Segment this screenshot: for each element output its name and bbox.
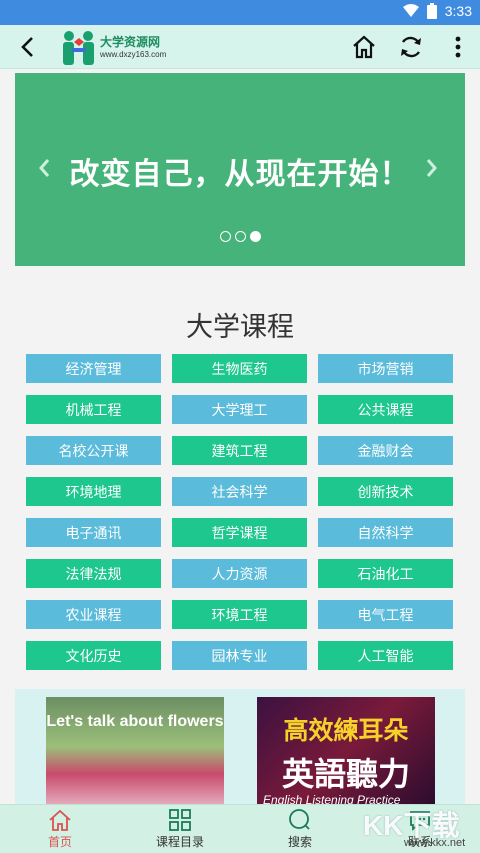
section-title: 大学课程	[186, 312, 294, 343]
wifi-icon	[402, 4, 419, 17]
course-button[interactable]: 建筑工程	[172, 436, 307, 465]
course-grid: 经济管理 生物医药 市场营销 机械工程 大学理工 公共课程 名校公开课 建筑工程…	[26, 354, 454, 670]
home-icon	[49, 809, 71, 831]
promo-english-line2: 英語聽力	[281, 755, 410, 793]
course-button[interactable]: 公共课程	[318, 395, 453, 424]
course-button[interactable]: 石油化工	[318, 559, 453, 588]
course-button[interactable]: 社会科学	[172, 477, 307, 506]
course-button[interactable]: 农业课程	[26, 600, 161, 629]
course-button[interactable]: 哲学课程	[172, 518, 307, 547]
site-logo[interactable]: 大学资源网 www.dxzy163.com	[60, 28, 190, 66]
logo-title: 大学资源网	[100, 35, 161, 49]
status-bar: 3:33	[0, 0, 480, 25]
carousel-next-icon[interactable]	[425, 157, 439, 183]
course-button[interactable]: 电气工程	[318, 600, 453, 629]
home-icon[interactable]	[350, 33, 378, 61]
watermark-url: www.kkx.net	[404, 837, 466, 849]
promo-section: Let's talk about flowers 高效練耳朵 英語聽力 Engl…	[15, 689, 465, 804]
status-icons: 3:33	[402, 3, 472, 19]
course-button[interactable]: 人工智能	[318, 641, 453, 670]
course-button[interactable]: 名校公开课	[26, 436, 161, 465]
course-button[interactable]: 法律法规	[26, 559, 161, 588]
course-button[interactable]: 生物医药	[172, 354, 307, 383]
nav-home-label: 首页	[47, 835, 72, 849]
course-button[interactable]: 环境地理	[26, 477, 161, 506]
promo-english-line1: 高效練耳朵	[283, 716, 409, 745]
carousel-indicator	[220, 231, 261, 242]
status-time: 3:33	[444, 3, 472, 19]
course-button[interactable]: 机械工程	[26, 395, 161, 424]
nav-home[interactable]: 首页	[0, 805, 120, 853]
carousel-dot[interactable]	[235, 231, 246, 242]
course-button[interactable]: 市场营销	[318, 354, 453, 383]
nav-search-label: 搜索	[287, 835, 312, 849]
toolbar: 大学资源网 www.dxzy163.com	[0, 25, 480, 69]
refresh-icon[interactable]	[397, 33, 425, 61]
banner-carousel[interactable]: 改变自己，从现在开始！	[15, 73, 465, 266]
search-icon	[289, 809, 310, 830]
course-button[interactable]: 人力资源	[172, 559, 307, 588]
more-options-icon[interactable]	[447, 33, 469, 61]
promo-flowers-text: Let's talk about flowers	[46, 713, 224, 730]
grid-icon	[169, 809, 191, 831]
back-icon[interactable]	[14, 33, 40, 61]
battery-icon	[426, 3, 437, 19]
promo-card-flowers[interactable]: Let's talk about flowers	[46, 697, 224, 804]
course-button[interactable]: 大学理工	[172, 395, 307, 424]
course-button[interactable]: 自然科学	[318, 518, 453, 547]
watermark-logo: KK下载 www.kkx.net	[360, 804, 480, 853]
banner-slogan: 改变自己，从现在开始！	[69, 157, 411, 192]
logo-icon	[63, 31, 94, 65]
nav-search[interactable]: 搜索	[240, 805, 360, 853]
course-button[interactable]: 金融财会	[318, 436, 453, 465]
promo-english-line3: English Listening Practice	[263, 793, 401, 804]
carousel-dot-active[interactable]	[250, 231, 261, 242]
course-button[interactable]: 环境工程	[172, 600, 307, 629]
course-button[interactable]: 电子通讯	[26, 518, 161, 547]
course-button[interactable]: 经济管理	[26, 354, 161, 383]
course-button[interactable]: 园林专业	[172, 641, 307, 670]
promo-card-english[interactable]: 高效練耳朵 英語聽力 English Listening Practice	[257, 697, 435, 804]
carousel-dot[interactable]	[220, 231, 231, 242]
nav-catalog[interactable]: 课程目录	[120, 805, 240, 853]
nav-catalog-label: 课程目录	[155, 835, 204, 849]
logo-url: www.dxzy163.com	[100, 50, 167, 59]
course-button[interactable]: 创新技术	[318, 477, 453, 506]
course-button[interactable]: 文化历史	[26, 641, 161, 670]
